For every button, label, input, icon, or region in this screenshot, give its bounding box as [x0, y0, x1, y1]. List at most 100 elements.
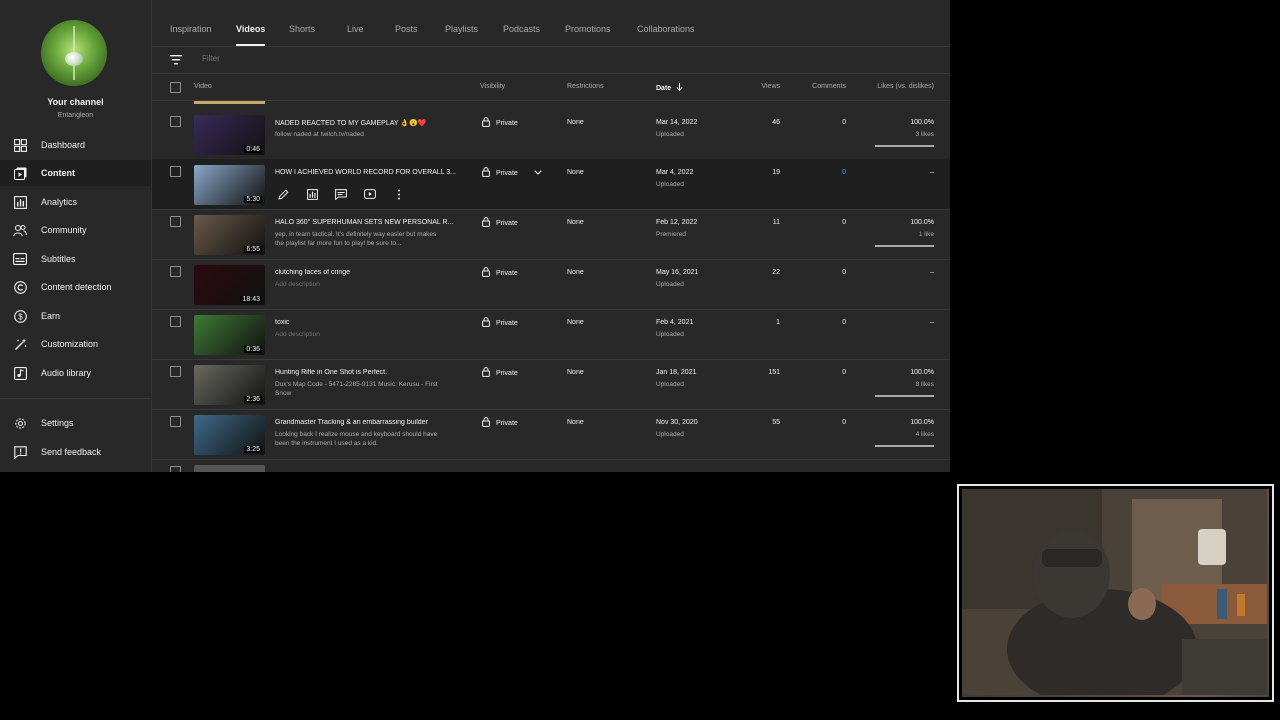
comments-count[interactable]: 0 — [798, 169, 846, 176]
tab-inspiration[interactable]: Inspiration — [170, 24, 212, 34]
video-title[interactable]: toxic — [275, 319, 465, 326]
video-thumbnail[interactable] — [194, 465, 265, 472]
video-thumbnail[interactable]: 0:46 — [194, 115, 265, 155]
video-title[interactable]: NADED REACTED TO MY GAMEPLAY 👌😮❤️ — [275, 119, 465, 127]
visibility-status[interactable]: Private — [482, 167, 542, 179]
header-visibility[interactable]: Visibility — [480, 83, 505, 90]
video-title[interactable]: Grandmaster Tracking & an embarrassing b… — [275, 419, 465, 426]
filter-icon[interactable] — [170, 55, 182, 65]
header-comments[interactable]: Comments — [792, 83, 846, 90]
views-count: 22 — [772, 269, 780, 276]
comments-count: 0 — [842, 319, 846, 326]
dashboard-icon — [13, 138, 27, 152]
edit-pencil-icon[interactable] — [275, 187, 291, 201]
video-description[interactable]: Add description — [275, 330, 447, 339]
youtube-play-icon[interactable] — [362, 187, 378, 201]
row-checkbox[interactable] — [170, 266, 181, 277]
sidebar-item-community[interactable]: Community — [0, 217, 151, 243]
tab-videos[interactable]: Videos — [236, 24, 265, 34]
channel-handle: Entangleon — [57, 112, 94, 119]
video-thumbnail[interactable]: 0:36 — [194, 315, 265, 355]
video-thumbnail[interactable]: 2:36 — [194, 365, 265, 405]
sidebar-item-dashboard[interactable]: Dashboard — [0, 132, 151, 158]
video-title[interactable]: clutching faces of cringe — [275, 269, 465, 276]
video-duration: 5:30 — [244, 196, 262, 203]
tab-podcasts[interactable]: Podcasts — [503, 24, 540, 34]
sidebar-item-content[interactable]: Content — [0, 160, 151, 186]
likes-count: 8 likes — [915, 381, 934, 388]
table-row[interactable]: 3:25 Grandmaster Tracking & an embarrassi… — [152, 409, 950, 460]
row-checkbox[interactable] — [170, 316, 181, 327]
chevron-down-icon[interactable] — [534, 169, 542, 177]
sidebar-item-audio-library[interactable]: Audio library — [0, 360, 151, 386]
video-description[interactable]: Add description — [275, 280, 447, 289]
analytics-icon[interactable] — [304, 187, 320, 201]
table-row[interactable]: 0:46 NADED REACTED TO MY GAMEPLAY 👌😮❤️ fol… — [152, 109, 950, 160]
row-checkbox[interactable] — [170, 466, 181, 472]
video-title[interactable]: HOW I ACHIEVED WORLD RECORD FOR OVERALL … — [275, 169, 465, 176]
sidebar-item-content-detection[interactable]: Content detection — [0, 274, 151, 300]
sidebar-item-subtitles[interactable]: Subtitles — [0, 246, 151, 272]
header-views[interactable]: Views — [732, 83, 780, 90]
sidebar-item-label: Content — [41, 168, 75, 178]
avatar[interactable] — [41, 20, 107, 86]
sidebar-item-earn[interactable]: $ Earn — [0, 303, 151, 329]
svg-text:$: $ — [18, 312, 23, 321]
video-date: Nov 30, 2020 — [656, 419, 698, 426]
video-thumbnail[interactable]: 5:30 — [194, 165, 265, 205]
header-video: Video — [194, 83, 212, 90]
sidebar-item-analytics[interactable]: Analytics — [0, 189, 151, 215]
row-checkbox[interactable] — [170, 116, 181, 127]
tab-promotions[interactable]: Promotions — [565, 24, 611, 34]
likes-percentage: – — [930, 169, 934, 176]
comments-count: 0 — [842, 369, 846, 376]
video-thumbnail[interactable]: 18:43 — [194, 265, 265, 305]
restrictions-value: None — [567, 219, 584, 226]
sidebar-item-label: Subtitles — [41, 254, 76, 264]
likes-percentage: 100.0% — [910, 419, 934, 426]
youtube-studio-window: Your channel Entangleon Dashboard Content… — [0, 0, 950, 472]
video-list: 0:46 NADED REACTED TO MY GAMEPLAY 👌😮❤️ fol… — [152, 101, 950, 472]
video-title[interactable]: Hunting Rifle in One Shot is Perfect. — [275, 369, 465, 376]
row-checkbox[interactable] — [170, 166, 181, 177]
video-title[interactable]: HALO 360° SUPERHUMAN SETS NEW PERSONAL R… — [275, 219, 465, 226]
video-date: Jan 18, 2021 — [656, 369, 697, 376]
table-row[interactable]: 0:36 toxic Add description Private None Feb 4… — [152, 309, 950, 360]
lock-icon — [482, 217, 490, 229]
row-checkbox[interactable] — [170, 366, 181, 377]
table-row[interactable]: 6:55 HALO 360° SUPERHUMAN SETS NEW PERSON… — [152, 209, 950, 260]
filter-bar — [152, 47, 950, 74]
sidebar-item-settings[interactable]: Settings — [0, 410, 151, 436]
tab-shorts[interactable]: Shorts — [289, 24, 315, 34]
tab-posts[interactable]: Posts — [395, 24, 418, 34]
sidebar-item-customization[interactable]: Customization — [0, 331, 151, 357]
likes-percentage: 100.0% — [910, 369, 934, 376]
content-icon — [13, 166, 27, 180]
video-thumbnail[interactable]: 6:55 — [194, 215, 265, 255]
filter-input[interactable] — [200, 53, 504, 64]
views-count: 1 — [776, 319, 780, 326]
table-row[interactable]: 18:43 clutching faces of cringe Add descri… — [152, 259, 950, 310]
tab-collaborations[interactable]: Collaborations — [637, 24, 695, 34]
sidebar-item-label: Content detection — [41, 282, 112, 292]
comments-count: 0 — [842, 419, 846, 426]
table-row[interactable]: 2:36 Hunting Rifle in One Shot is Perfect… — [152, 359, 950, 410]
views-count: 55 — [772, 419, 780, 426]
views-count: 46 — [772, 119, 780, 126]
visibility-status: Private — [482, 217, 518, 229]
video-thumbnail[interactable]: 3:25 — [194, 415, 265, 455]
comments-icon[interactable] — [333, 187, 349, 201]
header-likes[interactable]: Likes (vs. dislikes) — [864, 83, 934, 90]
row-checkbox[interactable] — [170, 216, 181, 227]
sidebar: Your channel Entangleon Dashboard Content… — [0, 0, 152, 472]
tab-playlists[interactable]: Playlists — [445, 24, 478, 34]
tab-live[interactable]: Live — [347, 24, 364, 34]
more-options-icon[interactable] — [391, 187, 407, 201]
select-all-checkbox[interactable] — [170, 82, 181, 93]
header-date[interactable]: Date — [656, 83, 683, 92]
header-restrictions[interactable]: Restrictions — [567, 83, 604, 90]
video-duration: 0:46 — [244, 146, 262, 153]
sidebar-item-send-feedback[interactable]: Send feedback — [0, 439, 151, 465]
table-row[interactable]: 5:30 HOW I ACHIEVED WORLD RECORD FOR OVER… — [152, 159, 950, 210]
row-checkbox[interactable] — [170, 416, 181, 427]
